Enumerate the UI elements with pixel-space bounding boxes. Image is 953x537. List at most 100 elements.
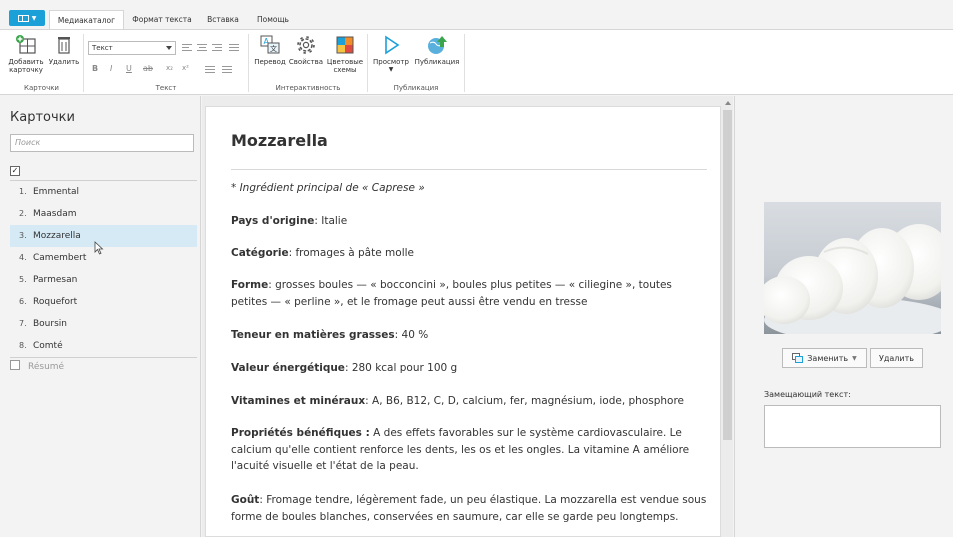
field-label: Propriétés bénéfiques : bbox=[231, 427, 370, 439]
document-scrollbar[interactable] bbox=[722, 96, 733, 537]
card-label: Comté bbox=[33, 341, 63, 351]
preview-button[interactable]: Просмотр ▼ bbox=[371, 34, 411, 74]
card-subtitle: * Ingrédient principal de « Caprese » bbox=[231, 182, 425, 194]
align-center-icon[interactable] bbox=[197, 44, 207, 52]
field-value: Fromage tendre, légèrement fade, un peu … bbox=[231, 494, 707, 523]
field-label: Forme bbox=[231, 279, 269, 291]
add-card-button[interactable]: Добавить карточку bbox=[8, 34, 44, 74]
field-taste: Goût: Fromage tendre, légèrement fade, u… bbox=[231, 492, 711, 525]
alt-text-label: Замещающий текст: bbox=[764, 390, 851, 399]
card-label: Camembert bbox=[33, 253, 87, 263]
card-number: 8. bbox=[19, 341, 27, 350]
field-label: Goût bbox=[231, 494, 260, 506]
add-card-icon bbox=[16, 35, 36, 54]
subscript-icon[interactable]: x₂ bbox=[166, 64, 173, 72]
card-label: Mozzarella bbox=[33, 231, 81, 241]
replace-image-button[interactable]: Заменить ▼ bbox=[782, 348, 867, 368]
bullet-list-icon[interactable] bbox=[205, 66, 215, 74]
publish-group: Просмотр ▼ Публикация Публикация bbox=[368, 30, 464, 94]
card-number: 7. bbox=[19, 319, 27, 328]
field-vitamins: Vitamines et minéraux: A, B6, B12, C, D,… bbox=[231, 393, 711, 410]
title-divider bbox=[231, 169, 707, 170]
summary-label: Résumé bbox=[28, 362, 65, 372]
translate-icon: A 文 bbox=[260, 35, 280, 54]
cards-group-label: Карточки bbox=[24, 84, 59, 92]
tab-label: Формат текста bbox=[132, 15, 192, 24]
cards-panel-title: Карточки bbox=[10, 110, 75, 125]
field-fat: Teneur en matières grasses: 40 % bbox=[231, 327, 711, 344]
group-divider bbox=[464, 34, 465, 92]
tab-media-catalog[interactable]: Медиакаталог bbox=[49, 10, 124, 30]
scroll-thumb[interactable] bbox=[723, 110, 732, 440]
select-all-checkbox[interactable]: ✓ bbox=[10, 166, 20, 176]
field-label: Pays d'origine bbox=[231, 215, 315, 227]
add-card-label: Добавить карточку bbox=[8, 58, 44, 74]
field-label: Vitamines et minéraux bbox=[231, 395, 366, 407]
mouse-cursor-icon bbox=[94, 241, 104, 255]
delete-card-label: Удалить bbox=[48, 58, 80, 66]
chevron-down-icon: ▼ bbox=[31, 14, 37, 22]
alt-text-field[interactable] bbox=[764, 405, 941, 448]
align-justify-icon[interactable] bbox=[229, 44, 239, 52]
align-left-icon[interactable] bbox=[182, 44, 192, 52]
bold-icon[interactable]: B bbox=[92, 64, 98, 73]
align-right-icon[interactable] bbox=[212, 44, 222, 52]
tab-label: Помощь bbox=[257, 15, 289, 24]
italic-icon[interactable]: I bbox=[110, 64, 112, 73]
field-value: grosses boules — « bocconcini », boules … bbox=[231, 279, 672, 308]
app-window: ▼ Медиакаталог Формат текста Вставка Пом… bbox=[0, 0, 953, 537]
card-number: 1. bbox=[19, 187, 27, 196]
field-value: fromages à pâte molle bbox=[292, 247, 414, 259]
scroll-up-icon[interactable] bbox=[725, 101, 731, 105]
trash-icon bbox=[58, 37, 70, 54]
delete-card-button[interactable]: Удалить bbox=[47, 34, 81, 66]
card-label: Boursin bbox=[33, 319, 67, 329]
search-input[interactable]: Поиск bbox=[10, 134, 194, 152]
search-placeholder: Поиск bbox=[15, 138, 41, 147]
field-value: 280 kcal pour 100 g bbox=[348, 362, 458, 374]
card-list-item[interactable]: 2. Maasdam bbox=[10, 203, 197, 225]
card-document[interactable]: Mozzarella * Ingrédient principal de « C… bbox=[205, 106, 721, 537]
publish-label: Публикация bbox=[414, 58, 460, 66]
card-list-item[interactable]: 8. Comté bbox=[10, 335, 197, 357]
superscript-icon[interactable]: x² bbox=[182, 64, 189, 72]
card-number: 6. bbox=[19, 297, 27, 306]
tab-insert[interactable]: Вставка bbox=[199, 10, 247, 29]
translate-button[interactable]: A 文 Перевод bbox=[253, 34, 287, 66]
interactivity-group: A 文 Перевод Свойства Цветовые схемы Инте… bbox=[249, 30, 367, 94]
card-number: 4. bbox=[19, 253, 27, 262]
summary-checkbox[interactable] bbox=[10, 360, 20, 370]
tab-label: Вставка bbox=[207, 15, 239, 24]
svg-text:文: 文 bbox=[270, 44, 277, 53]
font-style-select[interactable]: Текст bbox=[88, 41, 176, 55]
delete-image-label: Удалить bbox=[879, 353, 914, 363]
field-label: Valeur énergétique bbox=[231, 362, 345, 374]
delete-image-button[interactable]: Удалить bbox=[870, 348, 923, 368]
card-list-item[interactable]: 7. Boursin bbox=[10, 313, 197, 335]
card-list-item[interactable]: 1. Emmental bbox=[10, 181, 197, 203]
strikethrough-icon[interactable]: ab bbox=[143, 64, 153, 73]
card-number: 3. bbox=[19, 231, 27, 240]
summary-item[interactable]: Résumé bbox=[10, 358, 64, 376]
tab-help[interactable]: Помощь bbox=[250, 10, 296, 29]
underline-icon[interactable]: U bbox=[126, 64, 132, 73]
card-list-item[interactable]: 6. Roquefort bbox=[10, 291, 197, 313]
numbered-list-icon[interactable] bbox=[222, 66, 232, 74]
preview-label: Просмотр bbox=[373, 58, 409, 66]
field-value: A, B6, B12, C, D, calcium, fer, magnésiu… bbox=[368, 395, 685, 407]
file-menu-button[interactable]: ▼ bbox=[9, 10, 45, 26]
color-schemes-label: Цветовые схемы bbox=[326, 58, 364, 74]
card-label: Roquefort bbox=[33, 297, 78, 307]
color-schemes-button[interactable]: Цветовые схемы bbox=[326, 34, 364, 74]
text-group: Текст bbox=[84, 30, 248, 94]
publish-button[interactable]: Публикация bbox=[413, 34, 461, 66]
replace-image-label: Заменить bbox=[807, 353, 849, 363]
properties-button[interactable]: Свойства bbox=[287, 34, 325, 66]
field-shape: Forme: grosses boules — « bocconcini », … bbox=[231, 277, 711, 310]
card-list-item[interactable]: 5. Parmesan bbox=[10, 269, 197, 291]
tab-text-format[interactable]: Формат текста bbox=[127, 10, 197, 29]
mozzarella-photo[interactable] bbox=[764, 202, 941, 334]
replace-image-icon bbox=[792, 353, 804, 363]
chevron-down-icon: ▼ bbox=[388, 66, 394, 73]
chevron-down-icon: ▼ bbox=[852, 354, 857, 362]
